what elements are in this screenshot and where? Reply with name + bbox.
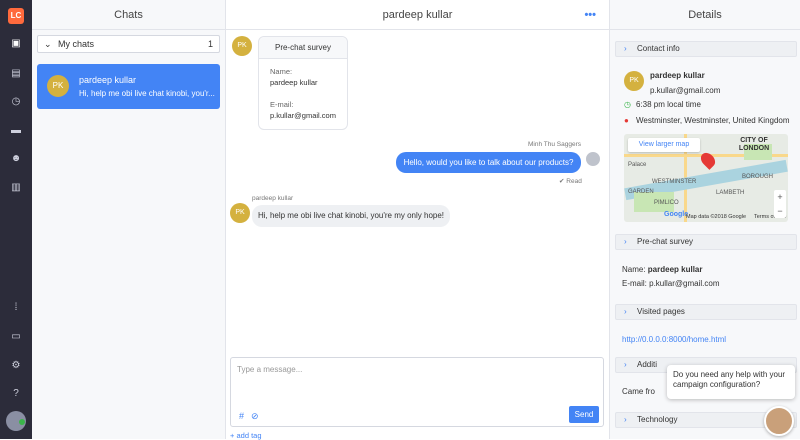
- prechat-name-value: pardeep kullar: [647, 265, 703, 274]
- location-pin-icon: ●: [624, 116, 629, 125]
- chat-list-item[interactable]: PK pardeep kullar Hi, help me obi live c…: [37, 64, 220, 109]
- chats-title: Chats: [32, 0, 225, 30]
- attachment-icon[interactable]: ⊘: [251, 411, 259, 422]
- map-label-city: CITY OF LONDON: [734, 137, 774, 153]
- hashtag-icon[interactable]: #: [239, 411, 244, 421]
- send-button[interactable]: Send: [569, 406, 599, 423]
- help-icon[interactable]: ?: [10, 388, 22, 400]
- contact-avatar: PK: [624, 71, 644, 91]
- prechat-name: Name: pardeep kullar: [622, 265, 702, 274]
- survey-name-label: Name:: [270, 67, 293, 76]
- prechat-email: E-mail: p.kullar@gmail.com: [622, 279, 720, 288]
- chats-icon[interactable]: ▣: [10, 38, 22, 50]
- survey-title: Pre-chat survey: [259, 37, 347, 59]
- message-bubble-incoming: Hi, help me obi live chat kinobi, you're…: [252, 205, 450, 227]
- online-status-dot: [19, 419, 25, 425]
- map-label: BOROUGH: [742, 174, 774, 180]
- nav-rail: LC ▣ ▤ ◷ ▬ ☻ ▥ ⁞ ▭ ⚙ ?: [0, 0, 32, 439]
- location-map[interactable]: View larger map CITY OF LONDON Palace WES…: [624, 134, 788, 222]
- view-larger-map-button[interactable]: View larger map: [628, 138, 700, 152]
- my-chats-label: My chats: [58, 39, 95, 49]
- chevron-right-icon: ›: [624, 415, 627, 424]
- survey-email-value: p.kullar@gmail.com: [270, 111, 336, 120]
- map-label: LAMBETH: [716, 190, 745, 196]
- prechat-email-label: E-mail:: [622, 279, 647, 288]
- message-composer[interactable]: Type a message... # ⊘ Send: [230, 357, 604, 427]
- map-label: LONDON: [738, 145, 770, 152]
- message-input[interactable]: Type a message...: [237, 365, 302, 374]
- check-icon: ✔: [559, 178, 565, 185]
- conversation-title: pardeep kullar: [382, 9, 453, 21]
- section-title: Contact info: [637, 44, 680, 53]
- survey-name-value: pardeep kullar: [270, 78, 318, 87]
- contact-email: p.kullar@gmail.com: [650, 86, 721, 95]
- team-icon[interactable]: ☻: [10, 153, 22, 165]
- reports-icon[interactable]: ▥: [10, 182, 22, 194]
- prechat-survey-card: Pre-chat survey Name: pardeep kullar E-m…: [258, 36, 348, 130]
- zoom-out-icon[interactable]: −: [774, 204, 786, 218]
- survey-email-label: E-mail:: [270, 100, 294, 109]
- apps-icon[interactable]: ⁞: [10, 302, 22, 314]
- more-icon[interactable]: •••: [584, 0, 596, 30]
- visitor-avatar: PK: [230, 203, 250, 223]
- section-title: Pre-chat survey: [637, 237, 694, 246]
- chevron-right-icon: ›: [624, 44, 627, 53]
- details-title: Details: [610, 0, 800, 30]
- contact-name: pardeep kullar: [650, 71, 705, 80]
- chevron-right-icon: ›: [624, 360, 627, 369]
- chevron-down-icon: ⌄: [44, 39, 52, 49]
- google-logo: Google: [664, 211, 689, 218]
- message-sender: pardeep kullar: [252, 195, 294, 202]
- chat-name: pardeep kullar: [79, 75, 137, 85]
- section-contact-info[interactable]: › Contact info: [615, 41, 797, 57]
- map-zoom-control[interactable]: + −: [774, 190, 786, 218]
- history-icon[interactable]: ◷: [10, 96, 22, 108]
- conversation-header: pardeep kullar •••: [226, 0, 609, 30]
- help-popup[interactable]: Do you need any help with your campaign …: [667, 365, 795, 399]
- section-title: Technology: [637, 415, 678, 424]
- map-attribution: Map data ©2018 Google: [686, 214, 747, 220]
- visitor-avatar: PK: [232, 36, 252, 56]
- contacts-icon[interactable]: ▤: [10, 68, 22, 80]
- came-from: Came fro: [622, 387, 655, 396]
- avatar: PK: [47, 75, 69, 97]
- map-label: PIMLICO: [654, 200, 679, 206]
- my-chats-toggle[interactable]: ⌄ My chats 1: [37, 35, 220, 53]
- message-sender: Minh Thu Saggers: [528, 141, 581, 148]
- map-label: Palace: [628, 162, 647, 168]
- map-label: WESTMINSTER: [652, 179, 697, 185]
- location: Westminster, Westminster, United Kingdom: [636, 116, 790, 125]
- section-prechat-survey[interactable]: › Pre-chat survey: [615, 234, 797, 250]
- message-bubble-outgoing: Hello, would you like to talk about our …: [396, 152, 581, 173]
- read-status: Read: [566, 178, 582, 185]
- zoom-in-icon[interactable]: +: [774, 190, 786, 204]
- section-title: Additi: [637, 360, 658, 369]
- chevron-right-icon: ›: [624, 237, 627, 246]
- local-time: 6:38 pm local time: [636, 100, 701, 109]
- read-receipt: ✔ Read: [559, 177, 582, 185]
- app-logo: LC: [8, 8, 24, 24]
- conversation-panel: pardeep kullar ••• PK Pre-chat survey Na…: [226, 0, 610, 440]
- support-agent-avatar[interactable]: [764, 406, 794, 436]
- map-label: GARDEN: [628, 189, 654, 195]
- my-chats-count: 1: [207, 39, 213, 49]
- clock-icon: ◷: [624, 100, 631, 109]
- visited-page-link[interactable]: http://0.0.0.0:8000/home.html: [622, 335, 726, 344]
- section-title: Visited pages: [637, 307, 685, 316]
- agent-avatar: [585, 151, 601, 167]
- prechat-name-label: Name:: [622, 265, 646, 274]
- chat-preview: Hi, help me obi live chat kinobi, you'r.…: [79, 89, 215, 98]
- billing-icon[interactable]: ▭: [10, 331, 22, 343]
- chevron-right-icon: ›: [624, 307, 627, 316]
- tickets-icon[interactable]: ▬: [10, 125, 22, 137]
- section-visited-pages[interactable]: › Visited pages: [615, 304, 797, 320]
- map-label: CITY OF: [740, 137, 768, 144]
- settings-icon[interactable]: ⚙: [10, 360, 22, 372]
- prechat-email-value: p.kullar@gmail.com: [649, 279, 720, 288]
- chats-panel: Chats ⌄ My chats 1 PK pardeep kullar Hi,…: [32, 0, 226, 439]
